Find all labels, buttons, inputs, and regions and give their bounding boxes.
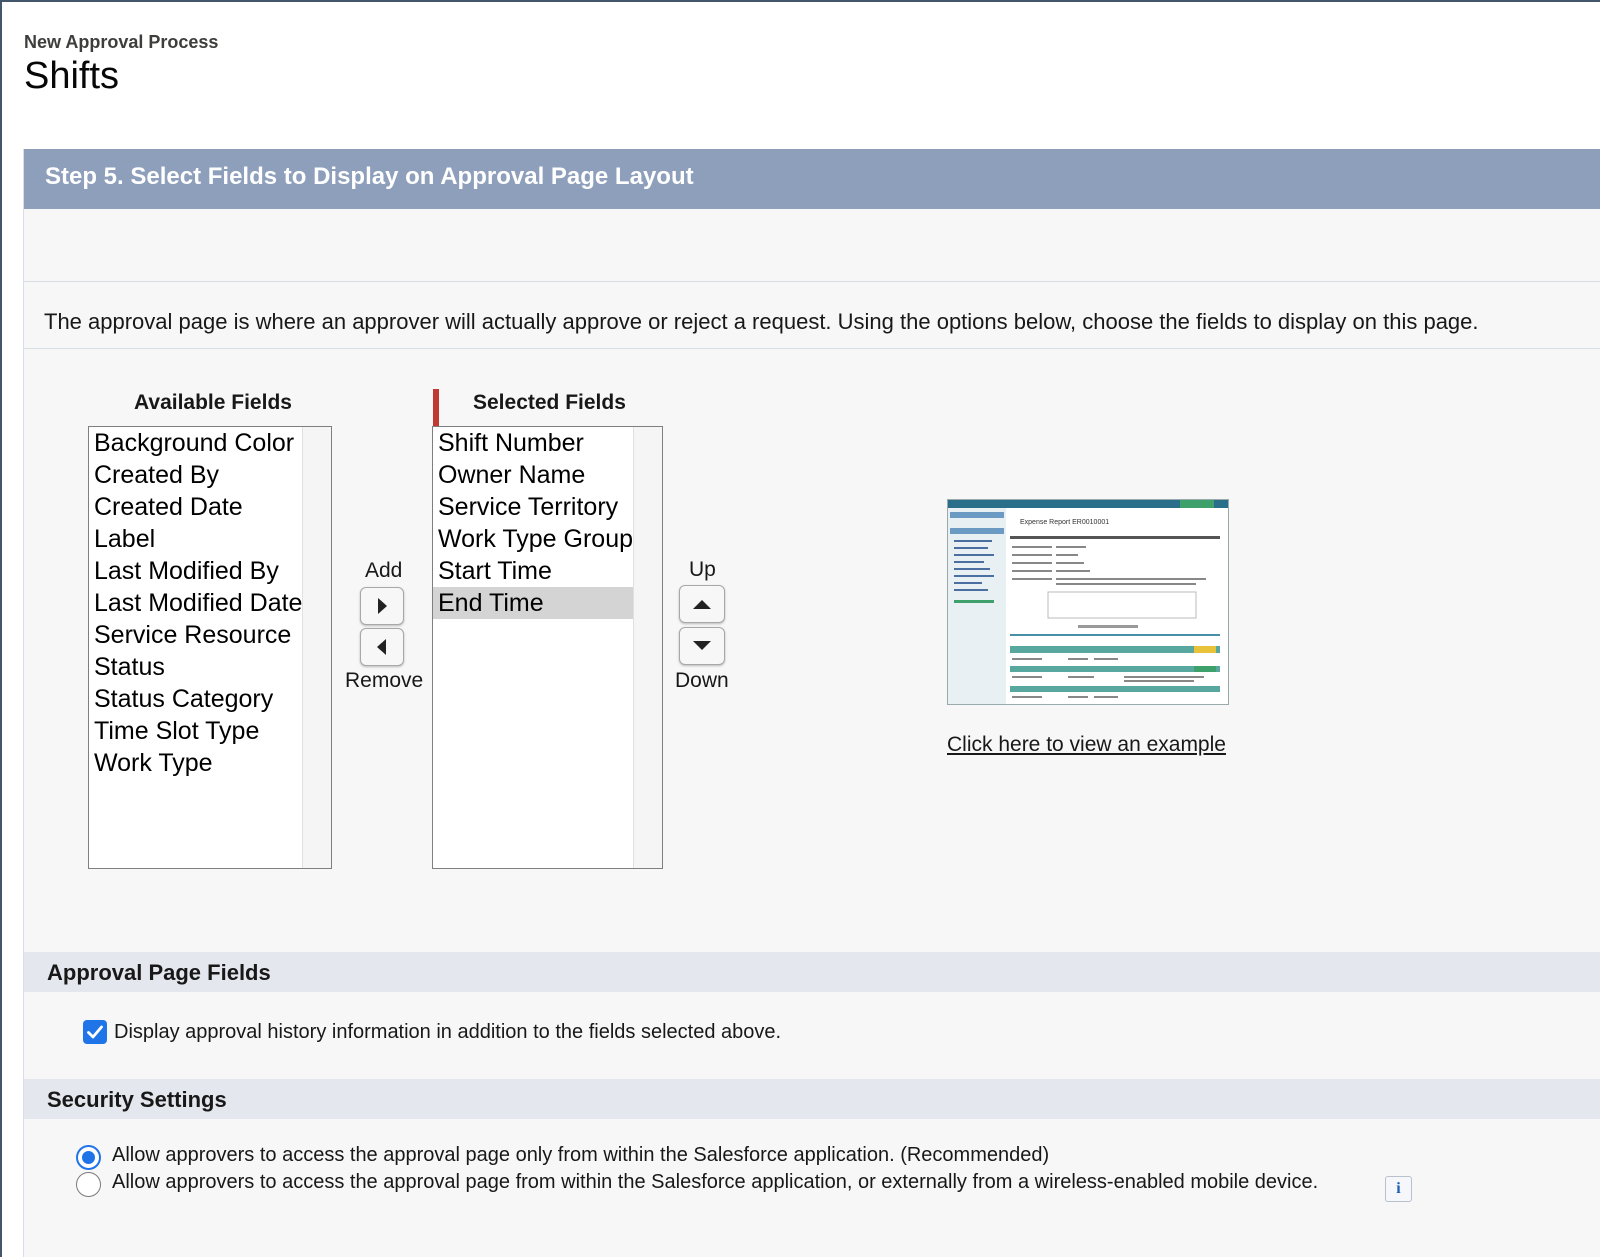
list-option[interactable]: Background Color [89,427,331,459]
listbox-scrollbar[interactable] [633,427,662,868]
approval-page-fields-header: Approval Page Fields [24,952,1600,992]
list-option[interactable]: Time Slot Type [89,715,331,747]
page-header: New Approval Process Shifts [24,32,218,98]
list-option[interactable]: Label [89,523,331,555]
selected-fields-listbox[interactable]: Shift Number Owner Name Service Territory W… [432,426,663,869]
info-icon[interactable]: i [1385,1176,1412,1202]
list-option[interactable]: Work Type Group [433,523,662,555]
remove-button[interactable] [360,628,404,666]
up-label: Up [689,558,716,581]
approval-history-label: Display approval history information in … [114,1021,782,1043]
approval-page-thumbnail: Expense Report ER0010001 [948,500,1228,704]
list-option[interactable]: End Time [433,587,662,619]
list-option[interactable]: Last Modified Date [89,587,331,619]
arrow-left-icon [377,639,386,655]
step-title: Step 5. Select Fields to Display on Appr… [45,163,694,190]
example-preview-image[interactable]: Expense Report ER0010001 [947,499,1229,705]
step-panel: Step 5. Select Fields to Display on Appr… [23,149,1600,1257]
list-option[interactable]: Service Resource [89,619,331,651]
down-label: Down [675,669,729,692]
radio-internal-only[interactable] [76,1145,101,1170]
divider [24,348,1600,349]
radio-external-mobile[interactable] [76,1172,101,1197]
window-top-border [0,0,1600,2]
list-option[interactable]: Created By [89,459,331,491]
list-option[interactable]: Last Modified By [89,555,331,587]
arrow-down-icon [693,641,711,650]
approval-history-checkbox[interactable] [83,1020,107,1044]
divider [24,281,1600,282]
remove-label: Remove [345,669,424,692]
selected-fields-label: Selected Fields [473,391,626,414]
section-heading: Security Settings [47,1087,227,1112]
step-header-bar: Step 5. Select Fields to Display on Appr… [24,149,1600,209]
list-option[interactable]: Owner Name [433,459,662,491]
list-option[interactable]: Status [89,651,331,683]
thumbnail-title: Expense Report ER0010001 [1020,519,1109,526]
view-example-link[interactable]: Click here to view an example [947,733,1226,757]
radio-external-mobile-label: Allow approvers to access the approval p… [112,1171,1319,1193]
page-subtitle: New Approval Process [24,32,219,52]
section-heading: Approval Page Fields [47,960,271,985]
list-option[interactable]: Service Territory [433,491,662,523]
list-option[interactable]: Status Category [89,683,331,715]
list-option[interactable]: Start Time [433,555,662,587]
add-label: Add [365,559,403,582]
list-option[interactable]: Shift Number [433,427,662,459]
move-up-button[interactable] [679,585,725,623]
window-left-border [0,0,2,1257]
arrow-right-icon [378,598,387,614]
move-down-button[interactable] [679,627,725,665]
page-title: Shifts [24,55,120,97]
arrow-up-icon [693,600,711,609]
list-option[interactable]: Created Date [89,491,331,523]
security-settings-header: Security Settings [24,1079,1600,1119]
radio-internal-only-label: Allow approvers to access the approval p… [112,1144,1050,1166]
available-fields-label: Available Fields [134,391,292,414]
list-option[interactable]: Work Type [89,747,331,779]
listbox-scrollbar[interactable] [302,427,331,868]
add-button[interactable] [360,587,404,625]
checkmark-icon [87,1025,103,1039]
available-fields-listbox[interactable]: Background Color Created By Created Date La… [88,426,332,869]
intro-text: The approval page is where an approver w… [44,309,1479,334]
